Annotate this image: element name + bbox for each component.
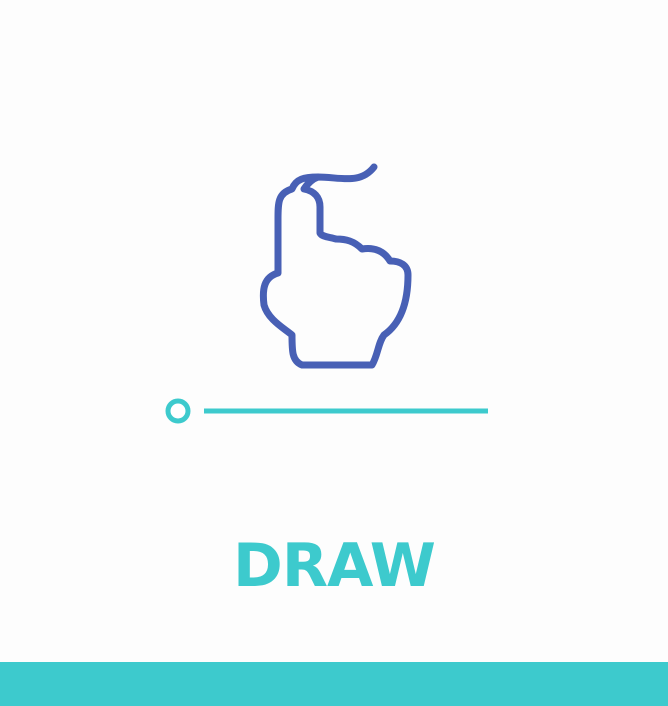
- bottom-bar: [0, 662, 668, 706]
- draw-title: DRAW: [233, 531, 436, 601]
- hand-pointer-icon: [259, 163, 412, 369]
- slider-handle[interactable]: [165, 398, 191, 424]
- draw-card[interactable]: DRAW: [0, 0, 668, 706]
- progress-slider[interactable]: [160, 395, 500, 427]
